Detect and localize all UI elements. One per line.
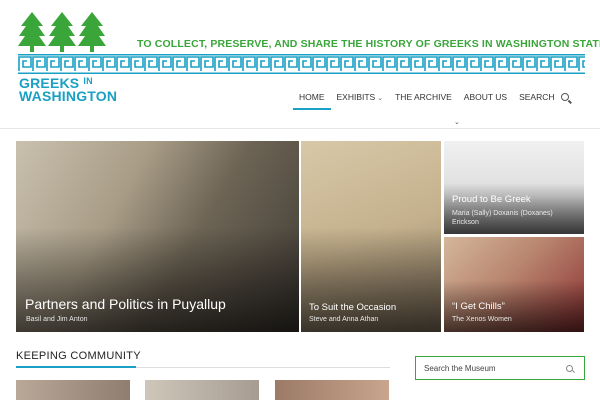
featured-subtitle: Maria (Sally) Doxanis (Doxanes) Erickson (452, 210, 553, 226)
community-thumbnail[interactable] (275, 380, 389, 400)
main-nav: HOME EXHIBITS ⌄ THE ARCHIVE ABOUT US SEAR… (293, 90, 569, 110)
section-accent-bar (16, 366, 136, 368)
logo-line2: WASHINGTON (19, 88, 118, 104)
nav-about-us-label: ABOUT US (463, 92, 508, 102)
museum-search-input[interactable] (416, 363, 556, 373)
community-thumbnail[interactable] (16, 380, 130, 400)
community-thumbnail[interactable] (145, 380, 259, 400)
nav-home[interactable]: HOME (293, 90, 331, 110)
logo-trees-icon[interactable] (18, 12, 106, 52)
featured-title: “I Get Chills” (452, 301, 505, 312)
nav-exhibits-label: EXHIBITS (336, 92, 376, 102)
nav-more-chevron-icon[interactable]: ⌄ (454, 118, 460, 126)
featured-title: Partners and Politics in Puyallup (25, 296, 226, 312)
site-logo-text[interactable]: GREEKS IN WASHINGTON (19, 76, 118, 104)
featured-tile-proud-greek[interactable]: Proud to Be Greek Maria (Sally) Doxanis … (444, 141, 584, 234)
header-divider (0, 128, 600, 129)
featured-title: To Suit the Occasion (309, 302, 397, 313)
featured-subtitle: Steve and Anna Athan (309, 316, 379, 323)
section-title: KEEPING COMMUNITY (16, 350, 141, 362)
search-icon[interactable] (566, 364, 573, 372)
nav-the-archive-label: THE ARCHIVE (395, 92, 452, 102)
chevron-down-icon: ⌄ (377, 95, 384, 102)
greek-key-border (18, 54, 585, 74)
museum-search-box (415, 356, 585, 380)
nav-search-label: SEARCH (519, 92, 555, 102)
search-icon (560, 93, 569, 101)
nav-the-archive[interactable]: THE ARCHIVE (389, 90, 458, 110)
logo-line1-small: IN (83, 76, 93, 86)
featured-subtitle: The Xenos Women (452, 316, 512, 323)
featured-tile-partners[interactable]: Partners and Politics in Puyallup Basil … (16, 141, 299, 332)
nav-exhibits[interactable]: EXHIBITS ⌄ (331, 90, 390, 110)
site-tagline: TO COLLECT, PRESERVE, AND SHARE THE HIST… (137, 38, 600, 50)
featured-subtitle: Basil and Jim Anton (26, 316, 88, 323)
nav-search[interactable]: SEARCH (513, 90, 569, 110)
featured-tile-i-get-chills[interactable]: “I Get Chills” The Xenos Women (444, 237, 584, 332)
featured-title: Proud to Be Greek (452, 194, 531, 205)
nav-home-label: HOME (299, 92, 325, 102)
featured-tile-suit-occasion[interactable]: To Suit the Occasion Steve and Anna Atha… (301, 141, 441, 332)
nav-about-us[interactable]: ABOUT US (458, 90, 513, 110)
